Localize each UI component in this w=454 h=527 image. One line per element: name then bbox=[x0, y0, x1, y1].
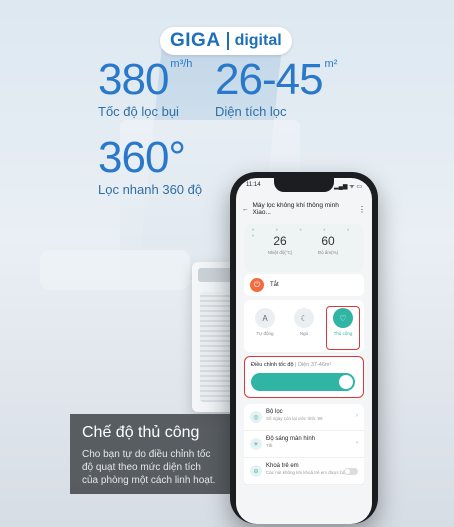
spec-filter-speed: 380 m³/h Tốc độ lọc bụi bbox=[98, 55, 193, 120]
brand-logo: GIGA digital bbox=[160, 27, 292, 55]
list-item-brightness[interactable]: ☀ Độ sáng màn hình Tắt › bbox=[244, 431, 364, 458]
speed-title-text: Điều chỉnh tốc độ bbox=[251, 362, 294, 368]
spec-caption: Tốc độ lọc bụi bbox=[98, 104, 179, 119]
back-icon[interactable]: ← bbox=[242, 206, 249, 213]
list-item-title: Độ sáng màn hình bbox=[266, 436, 316, 442]
settings-list: ◎ Bộ lọc Số ngày còn lại ước tính: 99 › … bbox=[244, 404, 364, 485]
list-item-filter[interactable]: ◎ Bộ lọc Số ngày còn lại ước tính: 99 › bbox=[244, 404, 364, 431]
humidity-label: Độ ẩm(%) bbox=[317, 250, 339, 255]
app-bar: ← Máy lọc không khí thông minh Xiao... ⋮ bbox=[242, 202, 366, 216]
phone-notch bbox=[274, 178, 334, 192]
speed-card: Điều chỉnh tốc độ | Diện 37-46m² bbox=[244, 356, 364, 398]
spec-area: 26-45 m² Diện tích lọc bbox=[215, 55, 338, 120]
chevron-right-icon: › bbox=[356, 440, 358, 446]
temperature-reading: 26 Nhiệt độ(°C) bbox=[258, 234, 302, 255]
spec-caption: Lọc nhanh 360 độ bbox=[98, 182, 203, 197]
mode-label: Tự động bbox=[256, 331, 274, 336]
spec-value: 380 bbox=[98, 55, 169, 104]
spec-unit: m³/h bbox=[170, 58, 193, 70]
list-item-sub: Tắt bbox=[266, 443, 273, 448]
child-lock-toggle[interactable] bbox=[344, 468, 358, 475]
lock-icon: ⊖ bbox=[250, 465, 262, 477]
spec-unit: m² bbox=[324, 58, 338, 70]
phone-screen: 11:14 ▂▄▆ ᯤ ▭ ← Máy lọc không khí thông … bbox=[236, 178, 372, 524]
list-item-child-lock: ⊖ Khoá trẻ em Các nút không khi khoá trẻ… bbox=[244, 458, 364, 485]
sofa bbox=[40, 250, 190, 290]
auto-icon: A bbox=[255, 308, 275, 328]
logo-giga: GIGA bbox=[170, 30, 221, 51]
list-item-sub: Số ngày còn lại ước tính: 99 bbox=[266, 416, 323, 421]
more-icon[interactable]: ⋮ bbox=[358, 205, 366, 214]
manual-mode-panel: Chế độ thủ công Cho bạn tự do điều chỉnh… bbox=[70, 414, 230, 494]
logo-divider bbox=[226, 32, 229, 50]
power-label: Tắt bbox=[270, 282, 279, 288]
humidity-value: 60 bbox=[321, 234, 335, 248]
logo-digital: digital bbox=[234, 32, 282, 49]
chevron-right-icon: › bbox=[356, 413, 358, 419]
power-icon[interactable]: ⏻ bbox=[250, 278, 264, 292]
spec-angle: 360° Lọc nhanh 360 độ bbox=[98, 133, 203, 198]
speed-subtitle: | Diện 37-46m² bbox=[295, 362, 332, 368]
spec-caption: Diện tích lọc bbox=[215, 104, 287, 119]
brightness-icon: ☀ bbox=[250, 438, 262, 450]
moon-icon: ☾ bbox=[294, 308, 314, 328]
slider-knob[interactable] bbox=[339, 375, 353, 389]
list-item-sub: Các nút không khi khoá trẻ em được bật bbox=[266, 470, 347, 475]
speed-title: Điều chỉnh tốc độ | Diện 37-46m² bbox=[251, 362, 331, 368]
status-icons: ▂▄▆ ᯤ ▭ bbox=[334, 184, 362, 190]
app-title: Máy lọc không khí thông minh Xiao... bbox=[252, 202, 339, 216]
panel-title: Chế độ thủ công bbox=[82, 424, 200, 441]
list-item-title: Bộ lọc bbox=[266, 409, 283, 415]
spec-value: 360° bbox=[98, 133, 186, 182]
temperature-label: Nhiệt độ(°C) bbox=[267, 250, 293, 255]
mode-sleep[interactable]: ☾ Ngủ bbox=[287, 308, 321, 336]
spec-value: 26-45 bbox=[215, 55, 324, 104]
status-time: 11:14 bbox=[246, 182, 261, 188]
readings-card: • • • • • • 26 Nhiệt độ(°C) 60 Độ ẩm(%) bbox=[244, 224, 364, 272]
humidity-reading: 60 Độ ẩm(%) bbox=[306, 234, 350, 255]
power-card[interactable]: ⏻ Tắt bbox=[244, 274, 364, 296]
filter-icon: ◎ bbox=[250, 411, 262, 423]
mode-auto[interactable]: A Tự động bbox=[248, 308, 282, 336]
mode-label: Ngủ bbox=[299, 331, 309, 336]
panel-description: Cho bạn tự do điều chỉnh tốc độ quạt the… bbox=[82, 449, 216, 486]
phone-mockup: 11:14 ▂▄▆ ᯤ ▭ ← Máy lọc không khí thông … bbox=[230, 172, 378, 524]
temperature-value: 26 bbox=[273, 234, 287, 248]
fan-speed-slider[interactable] bbox=[251, 373, 355, 391]
manual-mode-highlight bbox=[326, 306, 360, 350]
